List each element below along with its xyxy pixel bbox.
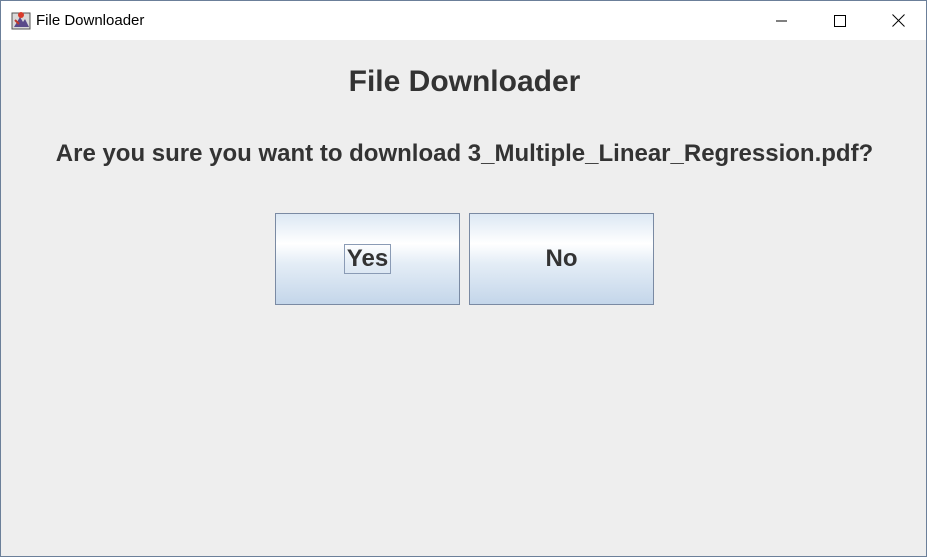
maximize-icon	[834, 14, 846, 27]
minimize-icon	[776, 20, 787, 21]
window-title: File Downloader	[36, 12, 145, 29]
close-button[interactable]	[869, 1, 927, 40]
yes-button-label: Yes	[343, 244, 392, 274]
download-confirmation-text: Are you sure you want to download 3_Mult…	[55, 140, 874, 167]
maximize-button[interactable]	[811, 1, 869, 40]
dialog-heading: File Downloader	[348, 65, 581, 98]
java-app-icon	[11, 10, 32, 31]
minimize-button[interactable]	[753, 1, 811, 40]
dialog-content: File Downloader Are you sure you want to…	[1, 40, 926, 556]
no-button-label: No	[545, 245, 578, 272]
no-button[interactable]: No	[469, 213, 654, 305]
close-icon	[891, 14, 905, 27]
yes-button[interactable]: Yes	[275, 213, 460, 305]
file-downloader-window: File Downloader File Downloader Are you …	[0, 0, 927, 557]
title-bar[interactable]: File Downloader	[1, 1, 926, 40]
